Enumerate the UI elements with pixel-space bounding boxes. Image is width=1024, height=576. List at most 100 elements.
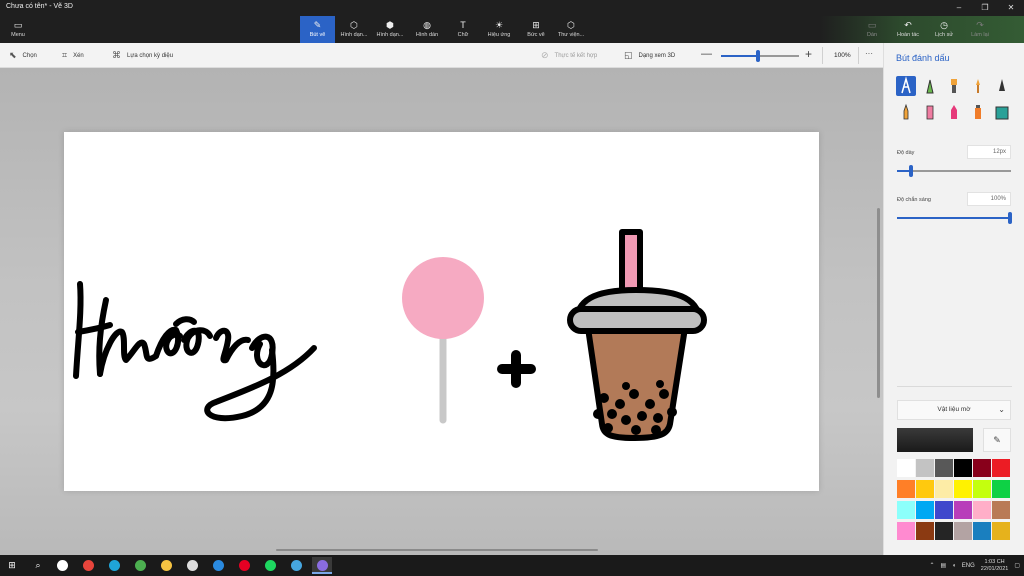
chrome-2-icon (134, 560, 146, 572)
taskbar-app[interactable] (182, 557, 202, 574)
magic-select-icon: ⌘ (112, 50, 121, 60)
crayon-brush[interactable] (944, 102, 964, 122)
taskbar-app[interactable] (234, 557, 254, 574)
color-swatch[interactable] (992, 480, 1010, 498)
select-button[interactable]: ⬉ Chọn (9, 50, 37, 61)
marker-brush[interactable] (896, 76, 916, 96)
vertical-scrollbar[interactable] (877, 208, 880, 398)
material-label: Vật liệu mờ (937, 406, 971, 413)
start-button[interactable]: ⊞ (2, 557, 22, 574)
network-icon[interactable]: ▤ (940, 562, 946, 569)
tab-canvas[interactable]: ⊞ Bức vẽ (520, 16, 552, 43)
view-3d-button[interactable]: ◱ Dạng xem 3D (624, 50, 675, 61)
color-swatch[interactable] (973, 522, 991, 540)
zoom-value[interactable]: 100% (834, 52, 851, 59)
watercolor-brush[interactable] (968, 76, 988, 96)
color-swatch[interactable] (973, 501, 991, 519)
color-swatch[interactable] (954, 480, 972, 498)
material-dropdown[interactable]: Vật liệu mờ ⌄ (897, 400, 1011, 420)
taskbar-app[interactable] (156, 557, 176, 574)
color-swatch[interactable] (897, 522, 915, 540)
zoom-slider-thumb[interactable] (756, 50, 761, 62)
undo-button[interactable]: ↶ Hoàn tác (892, 16, 924, 43)
zoom-out-button[interactable]: — (701, 48, 712, 60)
color-swatch[interactable] (954, 501, 972, 519)
eyedropper-button[interactable]: ✎ (983, 428, 1011, 452)
oil-brush[interactable] (944, 76, 964, 96)
thickness-slider-thumb[interactable] (909, 165, 913, 177)
color-swatch[interactable] (992, 522, 1010, 540)
clock[interactable]: 1:03 CH 22/01/2021 (981, 559, 1009, 573)
tab-3d-shapes[interactable]: ⬢ Hình dạn... (372, 16, 408, 43)
mixed-reality-button[interactable]: ⊘ Thực tế kết hợp (541, 50, 597, 61)
minimize-button[interactable]: – (946, 0, 972, 16)
fill-brush[interactable] (992, 102, 1012, 122)
volume-icon[interactable]: ◖ (952, 563, 956, 569)
opacity-input[interactable]: 100% (967, 192, 1011, 206)
notification-icon[interactable]: ▢ (1014, 562, 1020, 569)
zoom-slider-fill (721, 55, 759, 57)
color-swatch[interactable] (992, 501, 1010, 519)
drawing-canvas[interactable] (64, 132, 819, 491)
redo-button[interactable]: ↷ Làm lại (966, 16, 994, 43)
cursor-icon: ⬉ (9, 50, 17, 60)
pixel-pen-brush[interactable] (992, 76, 1012, 96)
color-swatch[interactable] (897, 501, 915, 519)
fill-bucket-icon (995, 106, 1009, 120)
close-button[interactable]: ✕ (998, 0, 1024, 16)
crop-button[interactable]: ⌗ Xén (62, 50, 84, 61)
thickness-input[interactable]: 12px (967, 145, 1011, 159)
pencil-brush[interactable] (896, 102, 916, 122)
taskbar-app[interactable] (52, 557, 72, 574)
color-swatch[interactable] (935, 480, 953, 498)
menu-button[interactable]: ▭ Menu (0, 16, 36, 43)
tab-2d-shapes[interactable]: ⬡ Hình dạn... (336, 16, 372, 43)
maximize-button[interactable]: ❐ (972, 0, 998, 16)
taskbar-app[interactable] (260, 557, 280, 574)
current-color[interactable] (897, 428, 973, 452)
taskbar-app[interactable] (130, 557, 150, 574)
zoom-in-button[interactable]: + (805, 47, 812, 61)
spray-can-brush[interactable] (968, 102, 988, 122)
color-swatch[interactable] (916, 480, 934, 498)
tab-stickers[interactable]: ◍ Hình dán (410, 16, 444, 43)
eraser-brush[interactable] (920, 102, 940, 122)
taskbar-app[interactable] (78, 557, 98, 574)
opacity-slider-thumb[interactable] (1008, 212, 1012, 224)
calligraphy-pen-brush[interactable] (920, 76, 940, 96)
color-swatch[interactable] (935, 459, 953, 477)
chevron-up-icon[interactable]: ⌃ (929, 562, 934, 569)
color-swatch[interactable] (916, 501, 934, 519)
color-swatch[interactable] (973, 480, 991, 498)
tab-3d-library[interactable]: ⬡ Thư viện... (554, 16, 588, 43)
color-swatch[interactable] (973, 459, 991, 477)
watercolor-icon (976, 79, 980, 93)
language-indicator[interactable]: ENG (962, 563, 975, 569)
color-swatch[interactable] (935, 522, 953, 540)
tab-brushes[interactable]: ✎ Bút vẽ (300, 16, 335, 43)
history-button[interactable]: ◷ Lịch sử (930, 16, 958, 43)
color-swatch[interactable] (897, 459, 915, 477)
color-swatch[interactable] (916, 459, 934, 477)
title-bar: Chưa có tên* - Vẽ 3D – ❐ ✕ (0, 0, 1024, 16)
opacity-label: Độ chắn sáng (897, 197, 931, 203)
color-swatch[interactable] (897, 480, 915, 498)
taskbar-app[interactable] (286, 557, 306, 574)
color-swatch[interactable] (954, 459, 972, 477)
tab-text[interactable]: T Chữ (448, 16, 478, 43)
thickness-slider[interactable] (897, 170, 1011, 172)
search-button[interactable]: ⌕ (28, 557, 48, 574)
color-swatch[interactable] (916, 522, 934, 540)
horizontal-scrollbar[interactable] (276, 549, 598, 551)
paint3d-icon (316, 560, 328, 572)
magic-select-button[interactable]: ⌘ Lựa chọn kỳ diệu (112, 50, 173, 61)
more-options-button[interactable]: ··· (865, 49, 873, 58)
color-swatch[interactable] (935, 501, 953, 519)
tab-effects[interactable]: ☀ Hiệu ứng (482, 16, 516, 43)
taskbar-app[interactable] (312, 557, 332, 574)
color-swatch[interactable] (992, 459, 1010, 477)
color-swatch[interactable] (954, 522, 972, 540)
taskbar-app[interactable] (104, 557, 124, 574)
paste-button[interactable]: ▭ Dán (860, 16, 884, 43)
taskbar-app[interactable] (208, 557, 228, 574)
